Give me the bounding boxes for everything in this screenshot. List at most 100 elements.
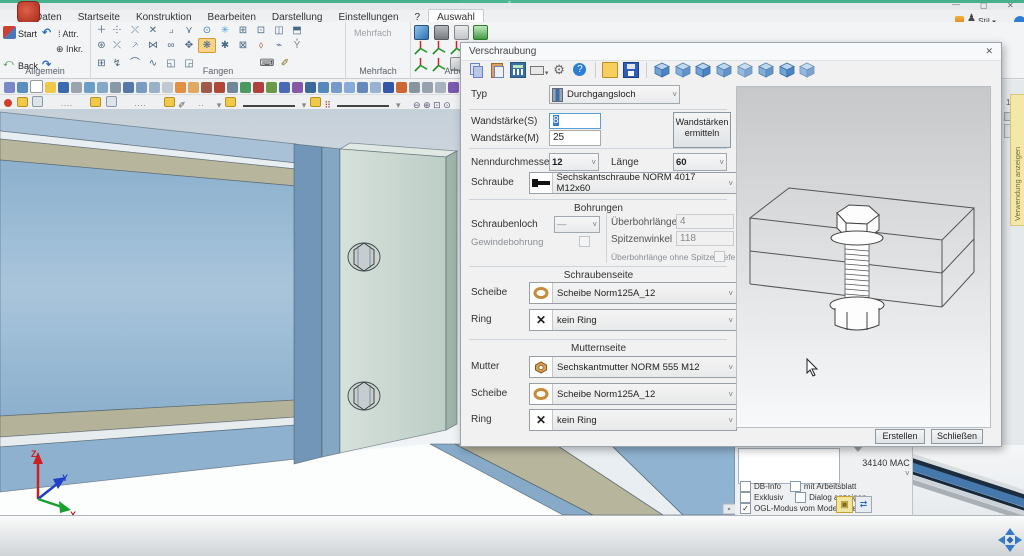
schraube-combo[interactable]: Sechskantschraube NORM 4017 M12x60 ˅ [529, 172, 737, 194]
part-listbox[interactable] [738, 448, 840, 484]
snap-icon-active[interactable]: ❋ [198, 38, 216, 53]
snap-icon[interactable]: ✕ [144, 24, 162, 37]
toolbar-icon[interactable] [396, 82, 407, 93]
new-doc-icon[interactable] [30, 80, 43, 93]
snap-icon[interactable]: ⋎ [180, 24, 198, 37]
workplane-axis-icon[interactable] [413, 40, 428, 55]
toolbar-icon[interactable] [266, 82, 277, 93]
typ-dropdown[interactable]: Durchgangsloch ˅ [549, 85, 680, 104]
line-style-selector[interactable] [243, 104, 296, 107]
add-icon[interactable] [4, 99, 12, 107]
snap-icon[interactable]: ⊠ [234, 39, 252, 52]
snap-icon[interactable]: ⌁ [270, 39, 288, 52]
workplane-axis-icon[interactable] [431, 40, 446, 55]
snap-icon[interactable]: ⊞ [234, 24, 252, 37]
mutter-combo[interactable]: Sechskantmutter NORM 555 M12 ˅ [529, 356, 737, 378]
inkr-button[interactable]: ⊕ Inkr. [56, 44, 83, 55]
save-icon[interactable] [623, 62, 640, 78]
window-minimize-button[interactable]: — [952, 0, 960, 9]
iso-view-icon[interactable] [799, 62, 815, 78]
snap-icon[interactable]: ⬨ [252, 39, 270, 52]
view-window-icon[interactable] [414, 25, 429, 40]
part-preview-pane[interactable] [913, 445, 1024, 515]
laenge-dropdown[interactable]: 60 ˅ [673, 153, 727, 171]
toolbar-icon[interactable] [292, 82, 303, 93]
sheet-icon[interactable] [105, 96, 117, 107]
cube-icon[interactable] [370, 82, 381, 93]
line-style-selector[interactable] [337, 104, 390, 107]
copy-settings-button[interactable]: ▣ [836, 496, 853, 513]
add-plane-icon[interactable] [473, 25, 489, 40]
ring2-combo[interactable]: ✕ kein Ring ˅ [529, 409, 737, 431]
toolbar-icon[interactable] [253, 82, 264, 93]
database-icon[interactable] [409, 82, 420, 93]
mehrfach-button[interactable]: Mehrfach [354, 28, 392, 38]
erstellen-button[interactable]: Erstellen [875, 429, 925, 444]
snap-icon[interactable] [198, 53, 258, 66]
checkbox-db-info[interactable] [740, 481, 751, 492]
window-close-button[interactable]: ✕ [1007, 1, 1014, 10]
toolbar-icon[interactable] [240, 82, 251, 93]
folder-icon[interactable] [163, 97, 175, 107]
scheibe-combo[interactable]: Scheibe Norm125A_12 ˅ [529, 282, 737, 304]
toolbar-icon[interactable] [17, 82, 28, 93]
snap-icon[interactable]: ⸕ [126, 39, 144, 52]
toolbar-icon[interactable] [136, 82, 147, 93]
plane-icon[interactable] [453, 25, 469, 40]
copy-icon[interactable] [468, 62, 484, 78]
checkbox-ogl-modus[interactable]: ✓ [740, 503, 751, 514]
attr-button[interactable]: ⁞ Attr. [58, 29, 79, 39]
snap-icon[interactable]: ◫ [270, 24, 288, 37]
snap-icon[interactable]: ✱ [216, 39, 234, 52]
stamp-icon[interactable] [201, 82, 212, 93]
snap-icon[interactable]: ⟓ [162, 24, 180, 37]
iso-view-icon[interactable] [779, 62, 795, 78]
gear-icon[interactable]: ⚙ [551, 62, 567, 78]
iso-view-icon[interactable] [716, 62, 732, 78]
snap-icon[interactable]: ✳ [216, 24, 234, 37]
screen-icon[interactable] [383, 82, 394, 93]
cube-icon[interactable] [344, 82, 355, 93]
app-logo[interactable] [17, 1, 40, 23]
open-folder-icon[interactable] [45, 82, 56, 93]
snap-icon[interactable]: ＋ [95, 24, 108, 37]
open-icon[interactable] [602, 62, 619, 78]
ohne-spitzentiefe-checkbox[interactable] [714, 251, 725, 262]
start-button[interactable]: Start [18, 29, 37, 39]
iso-view-icon[interactable] [675, 62, 691, 78]
snap-icon[interactable]: ✥ [180, 39, 198, 52]
cube-icon[interactable] [318, 82, 329, 93]
save-icon[interactable] [58, 82, 69, 93]
iso-view-icon[interactable] [695, 62, 711, 78]
window-maximize-button[interactable]: ▢ [980, 1, 988, 10]
folder-icon[interactable] [224, 97, 236, 107]
wandstaerke-m-input[interactable]: 25 [549, 130, 601, 146]
iso-view-icon[interactable] [758, 62, 774, 78]
snap-icon[interactable]: ⊡ [252, 24, 270, 37]
sheet-icon[interactable] [32, 96, 44, 107]
dialog-close-button[interactable]: ✕ [985, 46, 993, 57]
folder-icon[interactable] [309, 97, 321, 107]
toolbar-icon[interactable] [279, 82, 290, 93]
undo-icon[interactable] [175, 82, 186, 93]
toolbar-icon[interactable] [4, 82, 15, 93]
redo-icon[interactable] [188, 82, 199, 93]
schliessen-button[interactable]: Schließen [931, 429, 983, 444]
folder-icon[interactable] [90, 97, 102, 107]
snap-icon[interactable]: ⊛ [95, 39, 108, 52]
ring-combo[interactable]: ✕ kein Ring ˅ [529, 309, 737, 331]
cube-icon[interactable] [331, 82, 342, 93]
iso-view-icon[interactable] [737, 62, 753, 78]
checkbox-exklusiv[interactable] [740, 492, 751, 503]
checkbox-dialog-anzeigen[interactable] [795, 492, 807, 503]
calculator-icon[interactable] [509, 62, 526, 78]
wandstaerke-s-input[interactable]: 8 [549, 113, 601, 129]
toolbar-icon[interactable] [84, 82, 95, 93]
iso-view-icon[interactable] [654, 62, 670, 78]
database-icon[interactable] [435, 82, 446, 93]
bolt-preview-pane[interactable] [736, 86, 991, 428]
checkbox-arbeitsblatt[interactable] [789, 481, 801, 492]
pan-navigation-icon[interactable] [996, 526, 1024, 554]
snap-icon[interactable]: ⋈ [144, 39, 162, 52]
paste-icon[interactable] [489, 62, 505, 78]
